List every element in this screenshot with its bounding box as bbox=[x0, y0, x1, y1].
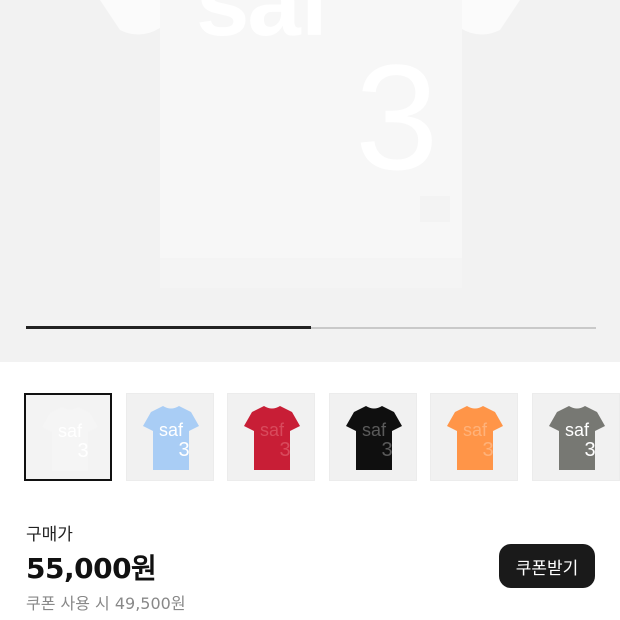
swatch-print-letters: saf bbox=[58, 421, 83, 441]
coupon-price-text: 쿠폰 사용 시 49,500원 bbox=[26, 594, 186, 613]
swatch-print-number: 3 bbox=[381, 439, 392, 461]
purchase-price-label: 구매가 bbox=[26, 525, 73, 545]
purchase-price: 55,000원 bbox=[26, 552, 157, 585]
color-swatch[interactable]: saf 3 bbox=[328, 393, 417, 481]
tshirt-thumbnail: saf3 bbox=[447, 406, 503, 470]
get-coupon-button[interactable]: 쿠폰받기 bbox=[499, 544, 595, 588]
swatch-print-number: 3 bbox=[584, 439, 595, 461]
gallery-progress-fill bbox=[26, 326, 311, 329]
swatch-print-number: 3 bbox=[77, 440, 88, 462]
swatch-print-number: 3 bbox=[279, 439, 290, 461]
tshirt-thumbnail: saf3 bbox=[548, 406, 605, 470]
gallery-progress-bar bbox=[26, 326, 596, 329]
swatch-print-number: 3 bbox=[178, 439, 189, 461]
tshirt-thumbnail: saf3 bbox=[142, 406, 199, 470]
tshirt-thumbnail: saf3 bbox=[345, 406, 402, 470]
tshirt-thumbnail: saf3 bbox=[42, 407, 98, 471]
swatch-print-letters: saf bbox=[260, 420, 285, 440]
tshirt-thumbnail: saf3 bbox=[244, 406, 300, 470]
shirt-print-letters: saf bbox=[196, 0, 331, 56]
color-swatch[interactable]: saf 3 bbox=[430, 393, 518, 481]
color-swatch[interactable]: saf 3 bbox=[227, 393, 315, 481]
color-swatch[interactable]: saf 3 bbox=[125, 393, 214, 481]
product-main-image[interactable]: saf 3 bbox=[0, 0, 620, 362]
swatch-print-letters: saf bbox=[564, 420, 589, 440]
swatch-print-number: 3 bbox=[482, 439, 493, 461]
color-options: saf 3 saf 3 saf 3 saf 3 saf 3 saf 3 bbox=[24, 393, 620, 481]
color-swatch[interactable]: saf 3 bbox=[24, 393, 112, 481]
color-swatch[interactable]: saf 3 bbox=[531, 393, 620, 481]
swatch-print-letters: saf bbox=[158, 420, 183, 440]
swatch-print-letters: saf bbox=[361, 420, 386, 440]
shirt-print-number: 3 bbox=[355, 33, 439, 201]
swatch-print-letters: saf bbox=[463, 420, 488, 440]
